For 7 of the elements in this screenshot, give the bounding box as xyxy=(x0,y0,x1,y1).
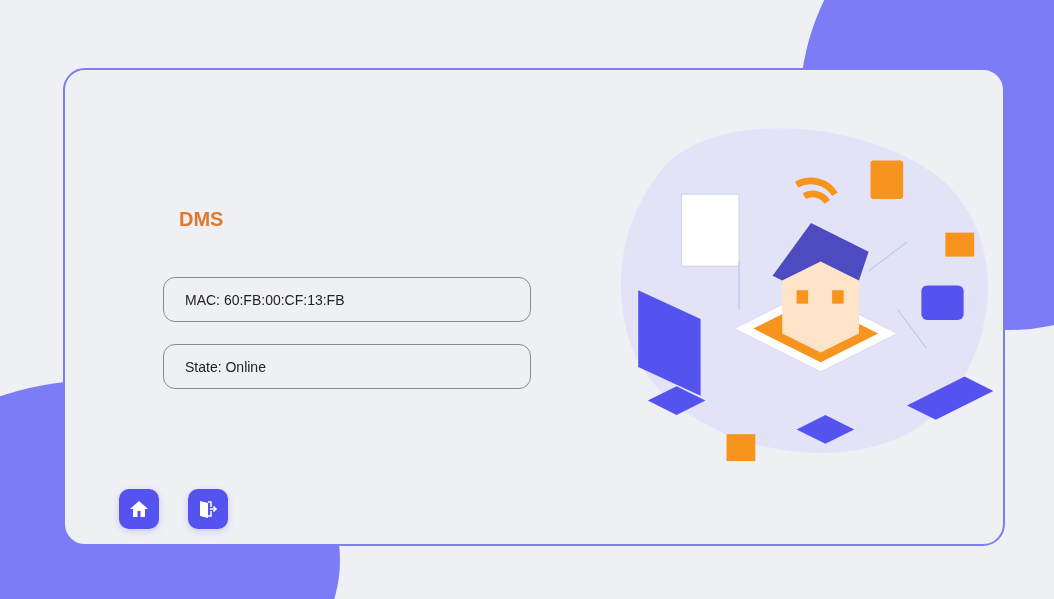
info-field: State: Online xyxy=(163,344,531,389)
exit-button[interactable] xyxy=(188,489,228,529)
info-field: MAC: 60:FB:00:CF:13:FB xyxy=(163,277,531,322)
door-exit-icon xyxy=(197,499,219,519)
home-button[interactable] xyxy=(119,489,159,529)
app-title: DMS xyxy=(179,208,225,231)
home-icon xyxy=(129,500,149,518)
